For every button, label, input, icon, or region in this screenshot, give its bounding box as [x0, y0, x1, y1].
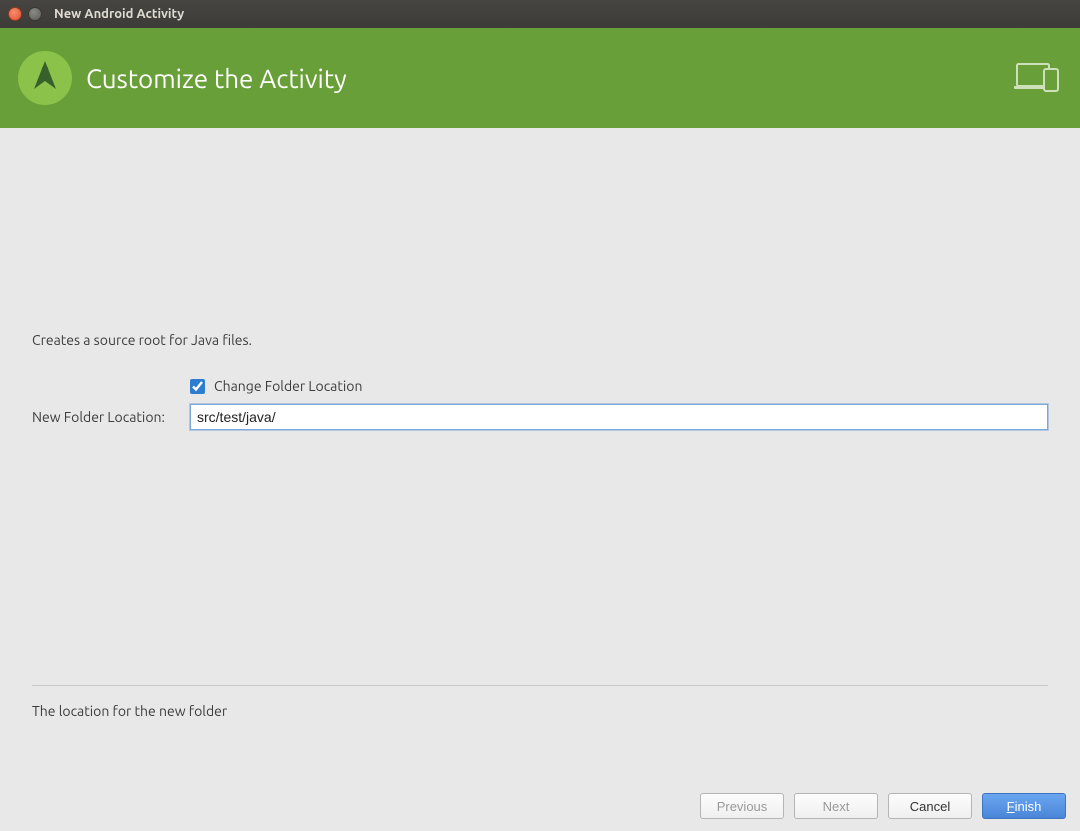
window-title: New Android Activity: [54, 7, 184, 21]
change-folder-label: Change Folder Location: [214, 378, 362, 394]
window-titlebar: New Android Activity: [0, 0, 1080, 28]
new-folder-label: New Folder Location:: [32, 409, 190, 425]
new-folder-row: New Folder Location:: [32, 404, 1048, 430]
new-folder-input[interactable]: [190, 404, 1048, 430]
change-folder-checkbox[interactable]: [190, 379, 205, 394]
close-icon[interactable]: [8, 7, 22, 21]
finish-button[interactable]: Finish: [982, 793, 1066, 819]
minimize-icon[interactable]: [28, 7, 42, 21]
wizard-footer: Previous Next Cancel Finish: [0, 781, 1080, 831]
wizard-content: Creates a source root for Java files. Ch…: [0, 128, 1080, 781]
next-button: Next: [794, 793, 878, 819]
description-text: Creates a source root for Java files.: [32, 332, 1048, 348]
devices-icon: [1014, 61, 1062, 95]
previous-button: Previous: [700, 793, 784, 819]
form: Change Folder Location New Folder Locati…: [32, 378, 1048, 430]
change-folder-row: Change Folder Location: [32, 378, 1048, 394]
separator: [32, 685, 1048, 686]
wizard-banner: Customize the Activity: [0, 28, 1080, 128]
banner-title: Customize the Activity: [86, 64, 347, 93]
android-studio-logo-icon: [18, 51, 72, 105]
hint-text: The location for the new folder: [32, 703, 227, 719]
cancel-button[interactable]: Cancel: [888, 793, 972, 819]
window-controls: [8, 7, 42, 21]
